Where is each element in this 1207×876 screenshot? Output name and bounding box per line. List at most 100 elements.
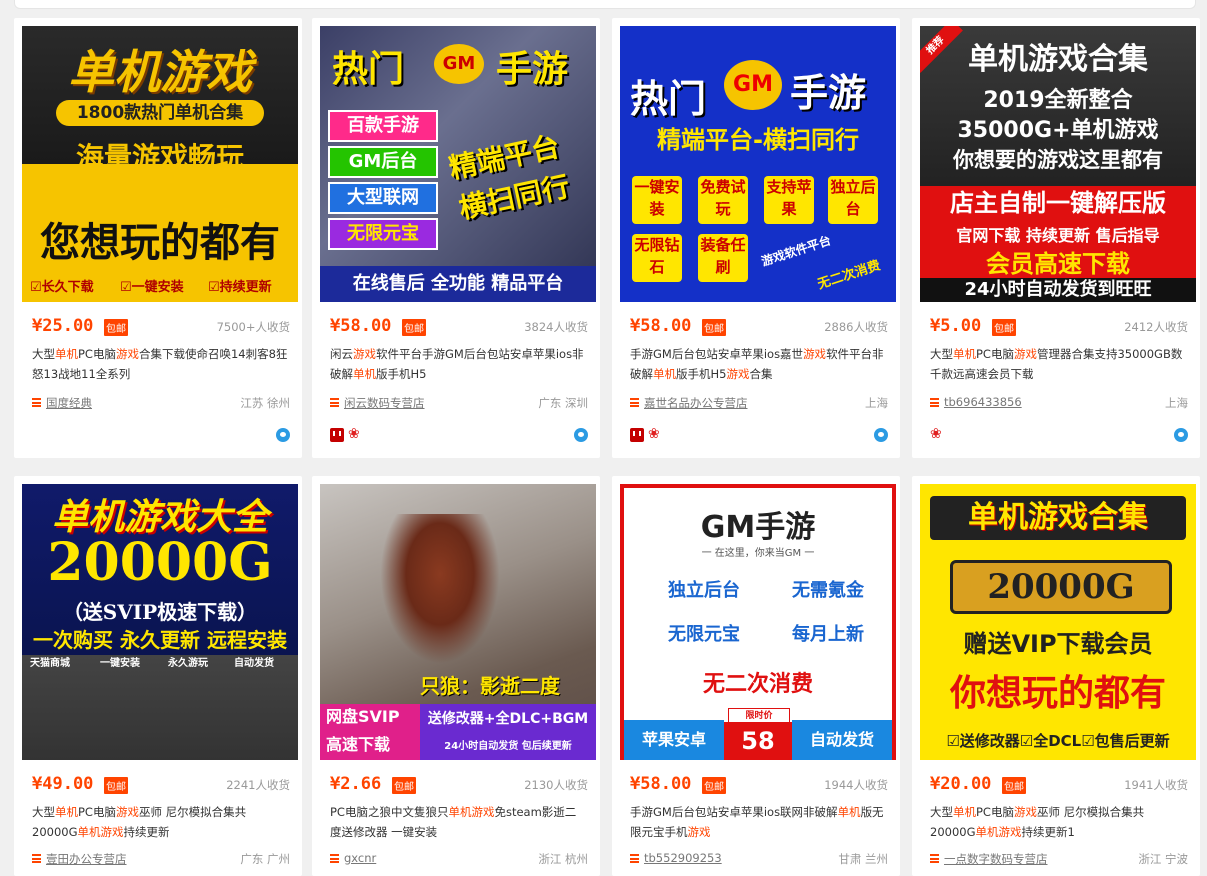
location: 甘肃 兰州: [838, 852, 888, 866]
product-image[interactable]: 只狼：影逝二度 网盘SVIP 高速下载 送修改器+全DLC+BGM 24小时自动…: [320, 484, 596, 760]
shop-link[interactable]: tb552909253: [644, 851, 722, 865]
free-shipping-badge: 包邮: [104, 319, 128, 336]
title-highlight: 单机: [953, 347, 976, 361]
shop-icon: [630, 854, 639, 863]
product-card[interactable]: 推荐 单机游戏合集 2019全新整合 35000G+单机游戏 你想要的游戏这里都…: [912, 18, 1200, 458]
banner-text: 无二次消费: [815, 258, 883, 293]
shop-row: 壹田办公专营店 广东 广州: [32, 851, 290, 869]
banner-text: 精端平台-横扫同行: [657, 126, 859, 154]
product-image[interactable]: 热门 GM 手游 百款手游 GM后台 大型联网 无限元宝 精端平台 横扫同行 在…: [320, 26, 596, 302]
banner-text: 35000G+单机游戏: [957, 118, 1159, 143]
title-text: 版手机H5: [676, 367, 727, 381]
product-title-link[interactable]: 手游GM后台包站安卓苹果ios嘉世游戏软件平台非破解单机版手机H5游戏合集: [630, 344, 886, 384]
product-card[interactable]: 只狼：影逝二度 网盘SVIP 高速下载 送修改器+全DLC+BGM 24小时自动…: [312, 476, 600, 876]
banner-text: 单机游戏合集: [930, 496, 1186, 540]
banner-item: 免费试玩: [698, 176, 748, 224]
product-title-link[interactable]: 手游GM后台包站安卓苹果ios联网非破解单机版无限元宝手机游戏: [630, 802, 886, 842]
banner-text: 一次购买 永久更新 远程安装: [33, 628, 287, 652]
title-highlight: 游戏: [1013, 805, 1037, 819]
shop-link[interactable]: gxcnr: [344, 851, 376, 865]
sold-count: 2241人收货: [226, 778, 290, 792]
artwork-figure: [380, 514, 500, 664]
service-icons: [630, 427, 888, 446]
product-image[interactable]: 推荐 单机游戏合集 2019全新整合 35000G+单机游戏 你想要的游戏这里都…: [920, 26, 1196, 302]
shop-icon: [330, 398, 339, 407]
product-card[interactable]: 热门 GM 手游 百款手游 GM后台 大型联网 无限元宝 精端平台 横扫同行 在…: [312, 18, 600, 458]
shop-icon: [32, 854, 41, 863]
shop-row: 闲云数码专营店 广东 深圳: [330, 395, 588, 413]
banner-tag: ☑一键安装: [120, 280, 184, 295]
title-highlight: 单机: [653, 367, 676, 381]
price-row: ¥2.66 包邮 2130人收货: [330, 774, 588, 796]
flower-icon[interactable]: [648, 427, 662, 442]
price-row: ¥5.00 包邮 2412人收货: [930, 316, 1188, 338]
product-image[interactable]: 热门 GM 手游 精端平台-横扫同行 一键安装 免费试玩 支持苹果 独立后台 无…: [620, 26, 896, 302]
title-highlight: 游戏: [687, 825, 711, 839]
price-row: ¥58.00 包邮 2886人收货: [630, 316, 888, 338]
banner-text: 无二次消费: [702, 672, 813, 697]
price-row: ¥49.00 包邮 2241人收货: [32, 774, 290, 796]
title-highlight: 游戏: [726, 367, 750, 381]
shop-link[interactable]: 闲云数码专营店: [344, 395, 425, 411]
product-title-link[interactable]: 大型单机PC电脑游戏巫师 尼尔模拟合集共20000G单机游戏持续更新: [32, 802, 288, 842]
flower-icon[interactable]: [348, 427, 362, 442]
product-card[interactable]: 热门 GM 手游 精端平台-横扫同行 一键安装 免费试玩 支持苹果 独立后台 无…: [612, 18, 900, 458]
product-title-link[interactable]: 大型单机PC电脑游戏巫师 尼尔模拟合集共20000G单机游戏持续更新1: [930, 802, 1186, 842]
banner-text: ☑送修改器☑全DCL☑包售后更新: [946, 732, 1170, 750]
banner-text: 店主自制一键解压版: [920, 186, 1196, 220]
tmall-icon[interactable]: [330, 428, 344, 442]
product-image[interactable]: 单机游戏大全 20000G （送SVIP极速下载） 一次购买 永久更新 远程安装…: [22, 484, 298, 760]
shop-link[interactable]: tb696433856: [944, 395, 1022, 409]
tmall-icon[interactable]: [630, 428, 644, 442]
banner-text: GM: [434, 44, 484, 84]
wangwang-chat-icon[interactable]: [574, 428, 588, 442]
title-text: 手游GM后台包站安卓苹果ios嘉世: [630, 347, 804, 361]
title-text: 持续更新: [123, 825, 170, 839]
product-card[interactable]: GM手游 一 在这里，你来当GM 一 独立后台 无需氪金 无限元宝 每月上新 无…: [612, 476, 900, 876]
sold-count: 2130人收货: [524, 778, 588, 792]
title-highlight: 单机游戏: [77, 825, 124, 839]
product-card[interactable]: 单机游戏合集 20000G 赠送VIP下载会员 你想玩的都有 ☑送修改器☑全DC…: [912, 476, 1200, 876]
banner-tag: 天猫商城: [30, 658, 70, 669]
banner-tag: ☑长久下载: [30, 280, 94, 295]
price: ¥2.66: [330, 774, 382, 794]
shop-link[interactable]: 嘉世名品办公专营店: [644, 395, 748, 411]
wangwang-chat-icon[interactable]: [276, 428, 290, 442]
price: ¥58.00: [630, 316, 692, 336]
banner-item: 独立后台: [668, 580, 740, 601]
banner-item: 百款手游: [328, 110, 438, 142]
price: ¥58.00: [330, 316, 392, 336]
product-title-link[interactable]: PC电脑之狼中文隻狼只单机游戏免steam影逝二度送修改器 一键安装: [330, 802, 586, 842]
wangwang-chat-icon[interactable]: [874, 428, 888, 442]
price: ¥25.00: [32, 316, 94, 336]
shop-link[interactable]: 国度经典: [46, 395, 92, 411]
banner-item: GM后台: [328, 146, 438, 178]
product-card[interactable]: 单机游戏大全 20000G （送SVIP极速下载） 一次购买 永久更新 远程安装…: [14, 476, 302, 876]
product-title-link[interactable]: 大型单机PC电脑游戏管理器合集支持35000GB数千款远高速会员下载: [930, 344, 1186, 384]
banner-item: 装备任刷: [698, 234, 748, 282]
title-text: 手游GM后台包站安卓苹果ios联网非破解: [630, 805, 838, 819]
title-text: 大型: [32, 805, 55, 819]
shop-link[interactable]: 一点数字数码专营店: [944, 851, 1048, 867]
title-text: 闲云: [330, 347, 353, 361]
title-text: PC电脑: [976, 347, 1014, 361]
banner-text: 20000G: [47, 532, 273, 593]
flower-icon[interactable]: [930, 427, 944, 442]
title-highlight: 单机游戏: [448, 805, 495, 819]
product-image[interactable]: GM手游 一 在这里，你来当GM 一 独立后台 无需氪金 无限元宝 每月上新 无…: [620, 484, 896, 760]
price: ¥49.00: [32, 774, 94, 794]
product-title-link[interactable]: 闲云游戏软件平台手游GM后台包站安卓苹果ios非破解单机版手机H5: [330, 344, 586, 384]
banner-text: 你想玩的都有: [949, 673, 1166, 714]
product-card[interactable]: 单机游戏 1800款热门单机合集 海量游戏畅玩 您想玩的都有 ☑长久下载 ☑一键…: [14, 18, 302, 458]
product-image[interactable]: 单机游戏 1800款热门单机合集 海量游戏畅玩 您想玩的都有 ☑长久下载 ☑一键…: [22, 26, 298, 302]
banner-text: 热门: [332, 49, 405, 90]
shop-link[interactable]: 壹田办公专营店: [46, 851, 127, 867]
location: 广东 广州: [240, 852, 290, 866]
banner-text: 20000G: [950, 560, 1172, 614]
shop-row: 嘉世名品办公专营店 上海: [630, 395, 888, 413]
wangwang-chat-icon[interactable]: [1174, 428, 1188, 442]
free-shipping-badge: 包邮: [1002, 777, 1026, 794]
product-image[interactable]: 单机游戏合集 20000G 赠送VIP下载会员 你想玩的都有 ☑送修改器☑全DC…: [920, 484, 1196, 760]
product-title-link[interactable]: 大型单机PC电脑游戏合集下载使命召唤14刺客8狂怒13战地11全系列: [32, 344, 288, 384]
title-highlight: 游戏: [353, 347, 376, 361]
